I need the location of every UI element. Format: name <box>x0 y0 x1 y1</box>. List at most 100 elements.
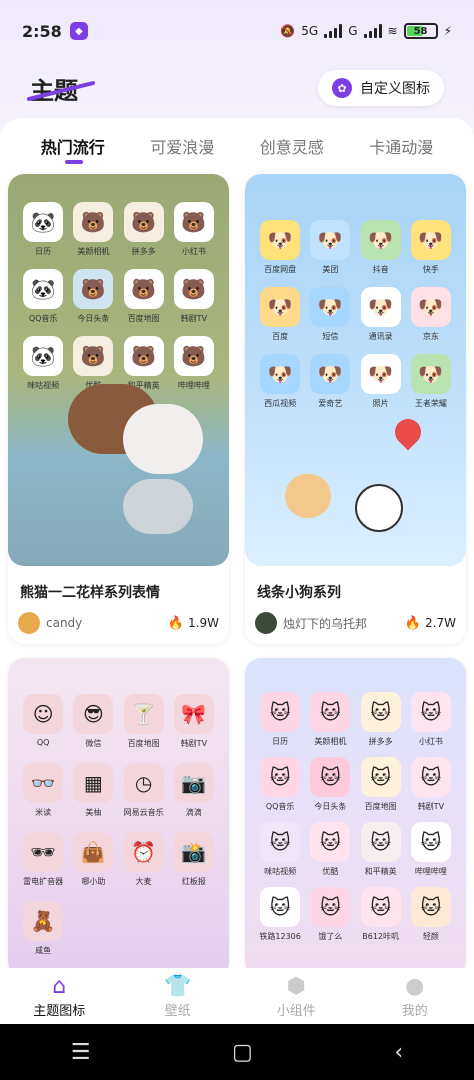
wifi-icon: ≋ <box>387 24 398 38</box>
nav-label: 我的 <box>401 1003 428 1019</box>
app-icon-label: 百度网盘 <box>264 265 297 274</box>
app-icon-cell: ⏰ 大麦 <box>119 832 169 887</box>
icon-grid: 🐼 日历 🐻 美颜相机 🐻 拼多多 🐻 小红书 🐼 QQ音乐 🐻 今日头条 🐻 百度地图 🐻 韩… <box>18 202 219 391</box>
clock-icon: ⏰ <box>123 832 164 872</box>
app-icon-cell: 🐱 咪咕视频 <box>255 822 305 877</box>
custom-icon-button[interactable]: ✿ 自定义图标 <box>318 70 444 106</box>
app-icon-label: 京东 <box>422 332 439 341</box>
brown-dog-illustration <box>285 474 331 518</box>
cocktail-icon: 🍸 <box>123 694 164 734</box>
menu-icon[interactable]: ☰ <box>71 1040 91 1065</box>
home-icon[interactable]: ▢ <box>232 1040 253 1065</box>
app-icon-label: 日历 <box>272 737 289 746</box>
tab-hot[interactable]: 热门流行 <box>23 134 123 170</box>
app-icon-cell: 🍸 百度地图 <box>119 694 169 749</box>
app-icon-label: 通讯录 <box>368 332 393 341</box>
app-icon-cell: 🐶 抖音 <box>356 220 406 275</box>
app-icon-cell: 📷 滴滴 <box>169 763 219 818</box>
app-icon-label: 咪咕视频 <box>264 867 297 876</box>
nav-profile[interactable]: ● 我的 <box>365 974 465 1019</box>
mute-icon: 🔕 <box>280 24 296 38</box>
app-icon-label: 轻颜 <box>422 932 439 941</box>
tab-cartoon[interactable]: 卡通动漫 <box>351 134 451 170</box>
cat-icon: 🐱 <box>410 692 451 732</box>
system-nav-bar: ☰ ▢ ‹ <box>0 1024 474 1080</box>
app-icon-label: 优酷 <box>322 867 339 876</box>
heat-value: 2.7W <box>425 616 456 630</box>
clock-icon: ◷ <box>123 763 164 803</box>
app-icon-cell: 🐻 今日头条 <box>68 269 118 324</box>
app-icon-cell: 🐶 王者荣耀 <box>406 354 456 409</box>
camera-icon: 📸 <box>173 832 214 872</box>
heart-balloon <box>389 413 427 451</box>
app-notification-icon: ◆ <box>69 22 88 40</box>
app-icon-cell: 🐶 百度网盘 <box>255 220 305 275</box>
nav-wallpaper[interactable]: 👕 壁纸 <box>128 974 228 1019</box>
app-icon-label: 抖音 <box>372 265 389 274</box>
dog-icon: 🐶 <box>260 220 301 260</box>
nav-theme-icons[interactable]: ⌂ 主题图标 <box>9 974 109 1019</box>
nav-widgets[interactable]: ⬢ 小组件 <box>246 974 346 1019</box>
cat-icon: 🐱 <box>360 692 401 732</box>
app-icon-cell: 🐱 QQ音乐 <box>255 757 305 812</box>
app-icon-label: 咪咕视频 <box>27 381 60 390</box>
cat-icon: 🐱 <box>260 757 301 797</box>
app-icon-label: 日历 <box>35 247 52 256</box>
theme-card-cat[interactable]: 🐱 日历 🐱 美颜相机 🐱 拼多多 🐱 小红书 🐱 QQ音乐 🐱 今日头条 🐱 百度地图 🐱 韩… <box>245 658 466 978</box>
icon-grid: 🐶 百度网盘 🐶 美团 🐶 抖音 🐶 快手 🐶 百度 🐶 短信 🐶 通讯录 🐶 京东 🐶 西瓜视频… <box>255 220 456 409</box>
bear-icon: 🐻 <box>173 202 214 242</box>
glasses-icon: 👓 <box>23 763 64 803</box>
theme-preview: ☺ QQ 😎 微信 🍸 百度地图 🎀 韩剧TV 👓 米读 ▦ 美柚 ◷ 网易云音乐 📷 滴滴 🕶… <box>8 658 229 978</box>
tab-creative[interactable]: 创意灵感 <box>242 134 342 170</box>
panda-illustration <box>123 404 203 474</box>
dog-icon: 🐶 <box>360 287 401 327</box>
bear-icon: 🐻 <box>123 202 164 242</box>
app-icon-cell: 🐱 和平精英 <box>356 822 406 877</box>
app-icon-cell: ◷ 网易云音乐 <box>119 763 169 818</box>
app-icon-cell: 🎀 韩剧TV <box>169 694 219 749</box>
app-icon-cell: 🕶 雷电扩音器 <box>18 832 68 887</box>
back-icon[interactable]: ‹ <box>394 1040 403 1065</box>
dog-icon: 🐶 <box>410 220 451 260</box>
bag-icon: 👜 <box>73 832 114 872</box>
white-dog-illustration <box>355 484 403 532</box>
cat-icon: 🐱 <box>410 822 451 862</box>
cat-icon: 🐱 <box>410 757 451 797</box>
signal-icon <box>324 24 343 38</box>
theme-card-panda[interactable]: 🐼 日历 🐻 美颜相机 🐻 拼多多 🐻 小红书 🐼 QQ音乐 🐻 今日头条 🐻 百度地图 🐻 韩… <box>8 174 229 644</box>
app-icon-cell: 🐱 小红书 <box>406 692 456 747</box>
tab-cute[interactable]: 可爱浪漫 <box>132 134 232 170</box>
dog-icon: 🐶 <box>260 354 301 394</box>
dog-icon: 🐶 <box>260 287 301 327</box>
app-icon-cell: 🐼 咪咕视频 <box>18 336 68 391</box>
network-label: 5G <box>301 24 319 38</box>
app-icon-cell: 🐶 百度 <box>255 287 305 342</box>
bow-icon: 🎀 <box>173 694 214 734</box>
app-icon-label: 西瓜视频 <box>264 399 297 408</box>
theme-meta: candy 🔥 1.9W <box>8 612 229 644</box>
app-icon-cell: 🐶 通讯录 <box>356 287 406 342</box>
theme-meta: 烛灯下的乌托邦 🔥 2.7W <box>245 612 466 644</box>
app-icon-cell: 🐱 百度地图 <box>356 757 406 812</box>
cat-icon: 🐱 <box>360 757 401 797</box>
panda-reflection <box>123 479 193 534</box>
app-icon-cell: 🐼 日历 <box>18 202 68 257</box>
cat-icon: 🐱 <box>410 887 451 927</box>
heat-value: 1.9W <box>188 616 219 630</box>
app-icon-label: 百度地图 <box>127 739 160 748</box>
app-icon-cell: ▦ 美柚 <box>68 763 118 818</box>
app-icon-label: 米读 <box>35 808 52 817</box>
icon-grid: ☺ QQ 😎 微信 🍸 百度地图 🎀 韩剧TV 👓 米读 ▦ 美柚 ◷ 网易云音乐 📷 滴滴 🕶… <box>18 694 219 956</box>
panda-icon: 🐼 <box>23 269 64 309</box>
app-icon-label: 百度地图 <box>364 802 397 811</box>
app-icon-label: 爱奇艺 <box>318 399 343 408</box>
cat-icon: 🐱 <box>260 822 301 862</box>
heat-count: 🔥 1.9W <box>168 616 219 631</box>
theme-card-pink[interactable]: ☺ QQ 😎 微信 🍸 百度地图 🎀 韩剧TV 👓 米读 ▦ 美柚 ◷ 网易云音乐 📷 滴滴 🕶… <box>8 658 229 978</box>
person-icon: ● <box>405 973 425 999</box>
bear-icon: 🐻 <box>123 336 164 376</box>
app-icon-cell: 🐱 轻颜 <box>406 887 456 942</box>
bottom-nav: ⌂ 主题图标 👕 壁纸 ⬢ 小组件 ● 我的 <box>0 968 474 1024</box>
status-time: 2:58 <box>22 21 62 41</box>
theme-card-dog[interactable]: 🐶 百度网盘 🐶 美团 🐶 抖音 🐶 快手 🐶 百度 🐶 短信 🐶 通讯录 🐶 京东 🐶 西瓜视频… <box>245 174 466 644</box>
